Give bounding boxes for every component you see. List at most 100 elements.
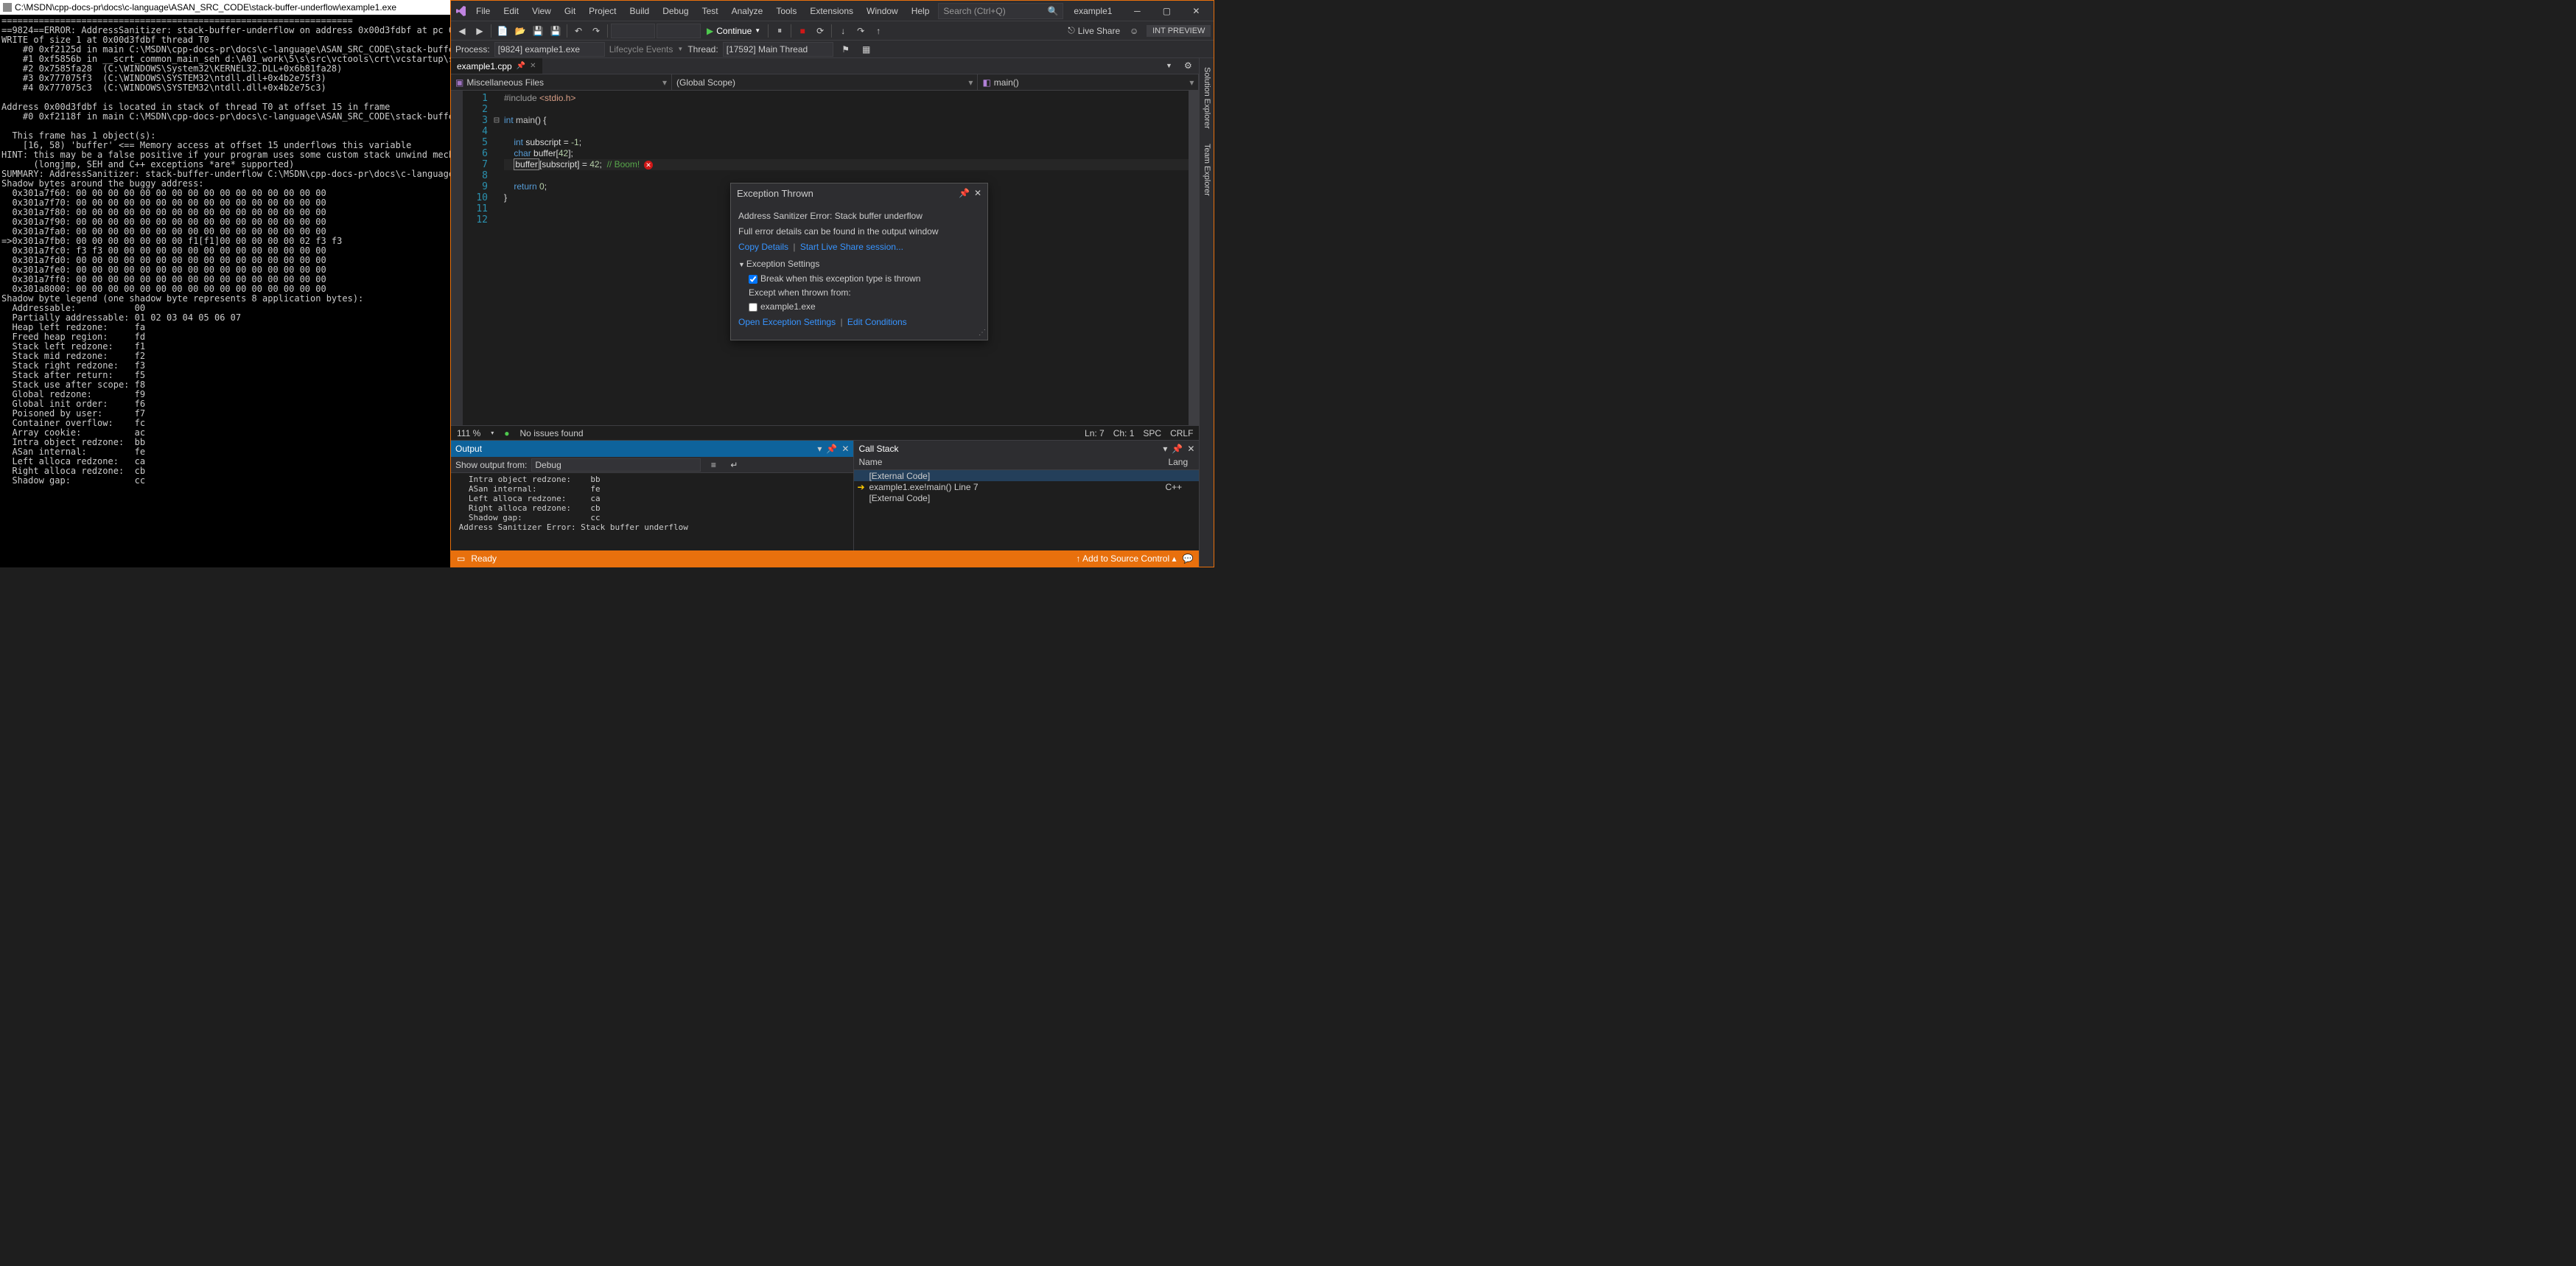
pin-icon[interactable]: 📌 [826,444,837,454]
zoom-level[interactable]: 111 % [457,428,480,438]
status-icon: ▭ [457,553,465,564]
maximize-button[interactable]: ▢ [1152,1,1181,21]
code-content[interactable]: #include <stdio.h> int main() { int subs… [504,91,1189,425]
close-icon[interactable]: ✕ [841,444,849,454]
code-editor[interactable]: 123456789101112 ⊟ #include <stdio.h> int… [451,91,1199,425]
menu-git[interactable]: Git [559,3,581,19]
tab-team-explorer[interactable]: Team Explorer [1201,139,1213,200]
process-dropdown[interactable]: [9824] example1.exe [494,42,605,57]
line-indicator[interactable]: Ln: 7 [1085,428,1105,438]
wrap-icon[interactable]: ↵ [726,457,742,473]
col-name[interactable]: Name [854,457,1163,469]
minimize-button[interactable]: ─ [1122,1,1152,21]
feedback-icon[interactable]: ☺ [1126,23,1142,39]
menu-build[interactable]: Build [624,3,656,19]
file-tab-example1[interactable]: example1.cpp 📌 ✕ [451,58,542,74]
live-share-button[interactable]: ⎋ Live Share [1063,25,1124,36]
close-icon[interactable]: ✕ [974,188,981,199]
lifecycle-label[interactable]: Lifecycle Events [609,44,673,55]
save-all-icon[interactable]: 💾 [547,23,564,39]
output-header[interactable]: Output ▾ 📌 ✕ [451,441,853,457]
resize-grip-icon[interactable]: ⋰ [979,327,986,338]
callstack-list[interactable]: [External Code] ➔ example1.exe!main() Li… [854,470,1199,550]
menu-tools[interactable]: Tools [770,3,802,19]
pin-icon[interactable]: 📌 [1172,444,1183,454]
copy-details-link[interactable]: Copy Details [738,242,788,252]
output-source-dropdown[interactable]: Debug [531,458,701,472]
nav-back-icon[interactable]: ◀ [454,23,470,39]
vs-logo-icon[interactable] [454,4,469,18]
editor-margin[interactable] [451,91,463,425]
edit-conditions-link[interactable]: Edit Conditions [847,317,907,327]
continue-button[interactable]: ▶ Continue ▼ [702,23,765,39]
fold-column[interactable]: ⊟ [494,91,504,425]
callstack-row[interactable]: [External Code] [854,470,1199,481]
menu-edit[interactable]: Edit [497,3,525,19]
console-output[interactable]: ========================================… [0,15,450,567]
open-exception-settings-link[interactable]: Open Exception Settings [738,317,836,327]
menu-analyze[interactable]: Analyze [726,3,769,19]
space-indicator[interactable]: SPC [1143,428,1161,438]
restart-icon[interactable]: ⟳ [812,23,828,39]
close-icon[interactable]: ✕ [530,62,536,70]
close-icon[interactable]: ✕ [1187,444,1194,454]
redo-icon[interactable]: ↷ [588,23,604,39]
nav-scope-dropdown[interactable]: (Global Scope)▾ [672,74,978,90]
output-text[interactable]: Intra object redzone: bb ASan internal: … [451,473,853,550]
eol-indicator[interactable]: CRLF [1170,428,1193,438]
menu-view[interactable]: View [526,3,557,19]
config-dropdown[interactable] [611,24,655,38]
step-out-icon[interactable]: ↑ [870,23,886,39]
step-over-icon[interactable]: ↷ [853,23,869,39]
stop-icon[interactable]: ■ [794,23,811,39]
platform-dropdown[interactable] [657,24,701,38]
error-icon[interactable] [644,161,653,169]
break-when-checkbox[interactable]: Break when this exception type is thrown [749,273,980,284]
nav-member-dropdown[interactable]: ◧ main()▾ [978,74,1199,90]
tab-solution-explorer[interactable]: Solution Explorer [1201,63,1213,133]
col-lang[interactable]: Lang [1163,457,1199,469]
nav-project-dropdown[interactable]: ▣ Miscellaneous Files▾ [451,74,672,90]
notifications-icon[interactable]: 💬 [1182,553,1193,564]
flag-icon[interactable]: ⚑ [838,41,854,57]
live-share-link[interactable]: Start Live Share session... [800,242,903,252]
open-icon[interactable]: 📂 [512,23,528,39]
pin-icon[interactable]: 📌 [959,188,970,199]
nav-fwd-icon[interactable]: ▶ [472,23,488,39]
thread-dropdown[interactable]: [17592] Main Thread [723,42,833,57]
menu-project[interactable]: Project [583,3,622,19]
menu-test[interactable]: Test [696,3,724,19]
callstack-row[interactable]: [External Code] [854,492,1199,503]
console-titlebar[interactable]: C:\MSDN\cpp-docs-pr\docs\c-language\ASAN… [0,0,450,15]
menu-window[interactable]: Window [861,3,904,19]
chevron-down-icon[interactable]: ▾ [491,430,494,436]
undo-icon[interactable]: ↶ [570,23,587,39]
pin-icon[interactable]: 📌 [517,62,525,70]
save-icon[interactable]: 💾 [530,23,546,39]
menu-debug[interactable]: Debug [657,3,694,19]
editor-scrollbar[interactable] [1189,91,1199,425]
search-input[interactable]: Search (Ctrl+Q) 🔍 [938,3,1063,19]
step-into-icon[interactable]: ↓ [835,23,851,39]
tab-dropdown-icon[interactable]: ▼ [1161,58,1177,74]
callstack-columns[interactable]: Name Lang [854,457,1199,470]
callstack-header[interactable]: Call Stack ▾ 📌 ✕ [854,441,1199,457]
cpp-icon: ▣ [455,77,463,88]
menu-extensions[interactable]: Extensions [804,3,859,19]
clear-icon[interactable]: ≡ [705,457,721,473]
break-all-icon[interactable]: ⏸ [771,23,788,39]
issues-text[interactable]: No issues found [520,428,584,438]
dropdown-icon[interactable]: ▾ [1163,444,1167,454]
source-control-button[interactable]: ↑ Add to Source Control ▴ [1076,553,1176,564]
exception-settings-header[interactable]: ▼Exception Settings [738,259,980,270]
tab-settings-icon[interactable]: ⚙ [1180,58,1196,74]
dropdown-icon[interactable]: ▾ [817,444,822,454]
except-item-checkbox[interactable]: example1.exe [749,301,980,312]
menu-help[interactable]: Help [906,3,936,19]
menu-file[interactable]: File [470,3,496,19]
char-indicator[interactable]: Ch: 1 [1113,428,1135,438]
stack-frame-icon[interactable]: ▦ [858,41,875,57]
close-button[interactable]: ✕ [1181,1,1211,21]
callstack-row[interactable]: ➔ example1.exe!main() Line 7 C++ [854,481,1199,492]
new-item-icon[interactable]: 📄 [494,23,511,39]
